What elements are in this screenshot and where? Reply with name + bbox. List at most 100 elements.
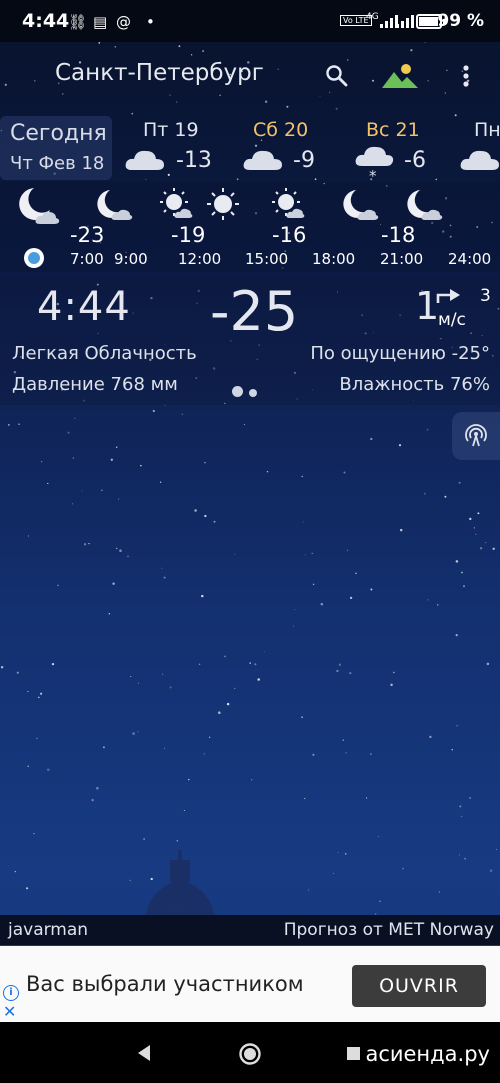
star <box>38 696 40 699</box>
star <box>218 711 221 714</box>
star <box>62 93 64 95</box>
star <box>266 470 269 473</box>
star <box>208 736 211 738</box>
star <box>294 609 296 611</box>
star <box>51 662 55 666</box>
condition-text: Легкая Облачность <box>12 343 197 364</box>
star <box>301 475 304 478</box>
star <box>67 431 70 434</box>
star <box>14 870 16 873</box>
star <box>462 585 466 588</box>
star <box>286 105 289 108</box>
star <box>131 112 134 115</box>
star <box>178 45 181 48</box>
recents-icon[interactable] <box>346 1046 362 1062</box>
star <box>370 437 373 441</box>
cloud-icon <box>243 150 282 170</box>
star <box>257 678 260 681</box>
star <box>454 114 457 117</box>
moon-cloud-icon <box>97 190 133 220</box>
dot-icon: • <box>146 13 155 31</box>
watermark: асиенда.ру <box>365 1042 490 1066</box>
forecast-provider[interactable]: Прогноз от MET Norway <box>284 920 494 940</box>
home-icon[interactable] <box>238 1042 262 1066</box>
star <box>344 853 347 855</box>
star <box>163 747 166 750</box>
star <box>198 663 201 666</box>
star <box>27 691 29 693</box>
day-temp: -6 <box>404 148 426 173</box>
hourly-time: 24:00 <box>448 250 492 268</box>
star <box>163 576 166 579</box>
sun-cloud-icon <box>160 188 193 218</box>
star <box>304 797 306 800</box>
more-vert-icon[interactable] <box>457 64 475 90</box>
moon-cloud-icon <box>343 190 379 220</box>
star <box>479 547 483 550</box>
star <box>57 584 59 587</box>
star <box>143 838 146 840</box>
star <box>485 542 487 544</box>
star <box>338 663 342 666</box>
ad-open-button[interactable]: OUVRIR <box>352 965 486 1007</box>
star <box>219 94 221 96</box>
back-icon[interactable] <box>136 1044 152 1062</box>
star <box>486 662 490 666</box>
status-time: 4:44 <box>22 10 70 32</box>
cathedral-dome-silhouette <box>145 850 215 918</box>
wind-gust: 3 <box>480 286 491 306</box>
star <box>213 520 216 523</box>
star <box>112 582 115 585</box>
humidity-text: Влажность 76% <box>339 374 490 395</box>
star <box>159 481 162 483</box>
svg-text:*: * <box>369 167 377 182</box>
current-time: 4:44 <box>37 284 131 330</box>
page-indicator <box>232 382 263 401</box>
star <box>33 833 35 835</box>
hourly-time: 21:00 <box>380 250 424 268</box>
star <box>458 854 460 856</box>
cloud-icon <box>460 150 499 170</box>
sun-icon <box>207 188 239 220</box>
star <box>169 94 171 96</box>
star <box>444 92 446 94</box>
star <box>347 59 349 61</box>
radar-tab[interactable] <box>452 412 500 460</box>
day-name[interactable]: Пт 19 <box>143 119 199 141</box>
star <box>366 797 368 799</box>
star <box>314 178 317 181</box>
star <box>176 101 178 103</box>
star <box>47 482 49 485</box>
ad-close-icon[interactable]: ✕ <box>3 1002 16 1021</box>
star <box>236 178 239 181</box>
photo-author[interactable]: javarman <box>8 920 88 940</box>
search-icon[interactable] <box>325 64 349 88</box>
star <box>423 492 426 495</box>
ad-info-icon[interactable]: i <box>3 985 19 1001</box>
star <box>496 849 498 850</box>
star <box>34 80 36 82</box>
day-name[interactable]: Вс 21 <box>366 119 420 141</box>
star <box>402 867 404 870</box>
star <box>345 752 347 754</box>
moon-cloud-icon <box>407 190 443 220</box>
landscape-icon[interactable] <box>380 60 420 90</box>
star <box>312 583 315 586</box>
star <box>343 471 346 474</box>
ad-text[interactable]: Вас выбрали участником <box>26 972 334 996</box>
star <box>188 778 190 781</box>
star <box>115 446 118 448</box>
city-title[interactable]: Санкт-Петербург <box>55 60 264 86</box>
star <box>72 503 73 505</box>
star <box>446 69 448 72</box>
day-name[interactable]: Пн <box>474 119 500 141</box>
star <box>183 810 185 811</box>
star <box>429 735 432 739</box>
star <box>337 851 339 853</box>
star <box>234 687 236 690</box>
day-name[interactable]: Сб 20 <box>253 119 308 141</box>
star <box>114 46 117 48</box>
star <box>312 753 315 756</box>
hourly-time: 9:00 <box>114 250 148 268</box>
star <box>162 673 164 675</box>
